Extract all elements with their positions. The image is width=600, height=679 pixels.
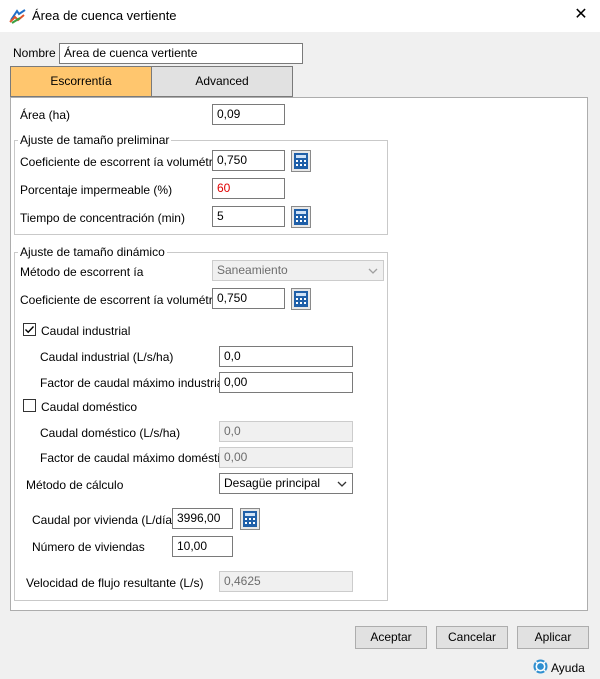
result-flow-input[interactable]: 0,4625 xyxy=(219,571,353,592)
window-title: Área de cuenca vertiente xyxy=(32,8,177,23)
domestic-flow-input[interactable]: 0,0 xyxy=(219,421,353,442)
industrial-flow-input[interactable]: 0,0 xyxy=(219,346,353,367)
impervious-label: Porcentaje impermeable (%) xyxy=(20,183,173,197)
per-dwelling-label: Caudal por vivienda (L/día) xyxy=(32,513,177,527)
industrial-peak-factor-label: Factor de caudal máximo industrial xyxy=(40,376,227,390)
prelim-runoff-calc-button[interactable] xyxy=(291,150,311,172)
calculator-icon xyxy=(294,153,308,169)
name-input[interactable]: Área de cuenca vertiente xyxy=(59,43,303,64)
industrial-checkbox[interactable] xyxy=(23,323,36,336)
concentration-time-label: Tiempo de concentración (min) xyxy=(20,211,185,225)
checkmark-icon xyxy=(25,326,35,334)
tab-advanced[interactable]: Advanced xyxy=(151,66,293,97)
domestic-peak-factor-input[interactable]: 0,00 xyxy=(219,447,353,468)
calc-method-value: Desagüe principal xyxy=(224,476,321,490)
dynamic-group-title: Ajuste de tamaño dinámico xyxy=(18,245,167,259)
tab-escorrentia[interactable]: Escorrentía xyxy=(10,66,152,97)
cancel-button[interactable]: Cancelar xyxy=(436,626,508,649)
chevron-down-icon xyxy=(368,268,378,274)
runoff-method-select[interactable]: Saneamiento xyxy=(212,260,384,281)
industrial-peak-factor-input[interactable]: 0,00 xyxy=(219,372,353,393)
calculator-icon xyxy=(294,291,308,307)
calc-method-select[interactable]: Desagüe principal xyxy=(219,473,353,494)
app-icon xyxy=(9,9,26,24)
preliminary-group-title: Ajuste de tamaño preliminar xyxy=(18,133,172,147)
dwellings-label: Número de viviendas xyxy=(32,540,145,554)
area-input[interactable]: 0,09 xyxy=(212,104,285,125)
calculator-icon xyxy=(294,209,308,225)
concentration-time-input[interactable]: 5 xyxy=(212,206,285,227)
domestic-flow-label: Caudal doméstico (L/s/ha) xyxy=(40,426,181,440)
per-dwelling-calc-button[interactable] xyxy=(240,508,260,530)
dyn-runoff-coef-label: Coeficiente de escorrent ía volumétrica xyxy=(20,293,229,307)
runoff-method-label: Método de escorrent ía xyxy=(20,265,144,279)
area-label: Área (ha) xyxy=(20,108,71,122)
accept-button[interactable]: Aceptar xyxy=(355,626,427,649)
help-icon[interactable] xyxy=(533,659,548,674)
dyn-runoff-coef-input[interactable]: 0,750 xyxy=(212,288,285,309)
prelim-runoff-coef-label: Coeficiente de escorrent ía volumétrica xyxy=(20,155,229,169)
calc-method-label: Método de cálculo xyxy=(26,478,124,492)
name-label: Nombre xyxy=(13,46,56,60)
help-link[interactable]: Ayuda xyxy=(551,661,585,675)
per-dwelling-input[interactable]: 3996,00 xyxy=(172,508,233,529)
runoff-method-value: Saneamiento xyxy=(217,263,288,277)
prelim-runoff-coef-input[interactable]: 0,750 xyxy=(212,150,285,171)
domestic-peak-factor-label: Factor de caudal máximo doméstico xyxy=(40,451,233,465)
calculator-icon xyxy=(243,511,257,527)
industrial-flow-label: Caudal industrial (L/s/ha) xyxy=(40,350,174,364)
chevron-down-icon xyxy=(337,481,347,487)
domestic-checkbox[interactable] xyxy=(23,399,36,412)
impervious-input[interactable]: 60 xyxy=(212,178,285,199)
domestic-checkbox-label: Caudal doméstico xyxy=(41,400,138,414)
industrial-checkbox-label: Caudal industrial xyxy=(41,324,131,338)
dyn-runoff-calc-button[interactable] xyxy=(291,288,311,310)
close-button[interactable]: ✕ xyxy=(568,4,594,28)
concentration-time-calc-button[interactable] xyxy=(291,206,311,228)
result-flow-label: Velocidad de flujo resultante (L/s) xyxy=(26,576,204,590)
apply-button[interactable]: Aplicar xyxy=(517,626,589,649)
dwellings-input[interactable]: 10,00 xyxy=(172,536,233,557)
